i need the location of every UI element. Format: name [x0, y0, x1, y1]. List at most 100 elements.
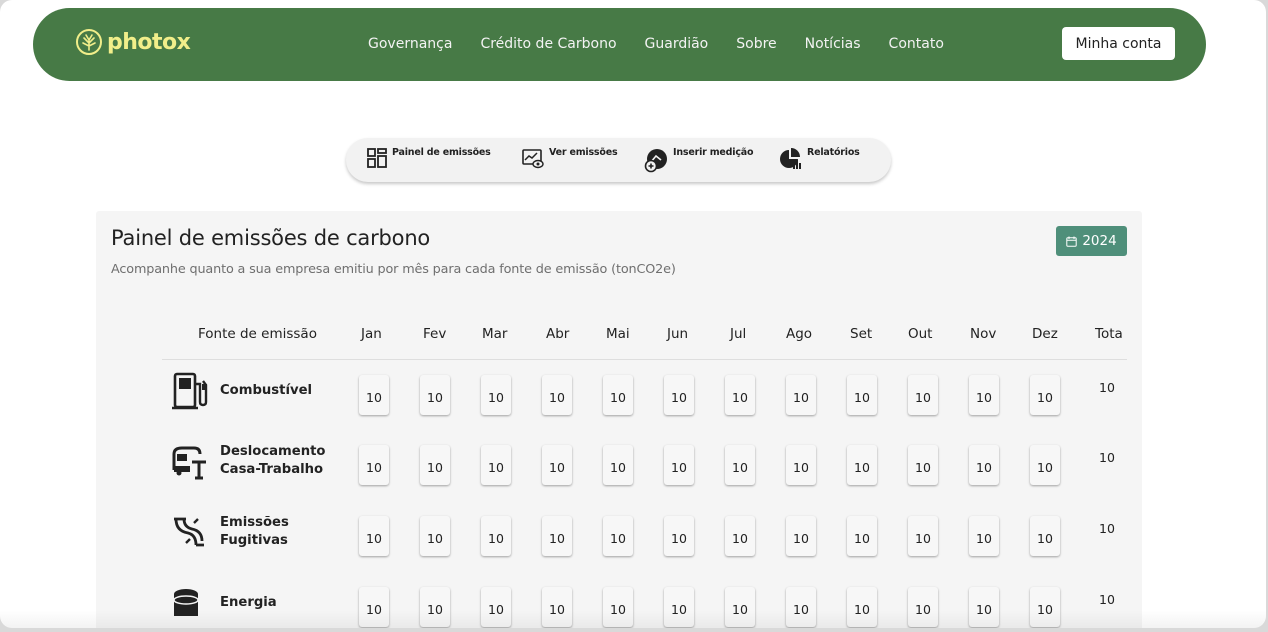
month-value-input[interactable]	[786, 445, 816, 485]
nav-guardiao[interactable]: Guardião	[645, 36, 709, 52]
month-value-input[interactable]	[908, 516, 938, 556]
header-month: Jun	[667, 326, 689, 342]
month-value-input[interactable]	[969, 375, 999, 415]
tool-label: Relatórios	[807, 147, 860, 158]
month-value-input[interactable]	[725, 516, 755, 556]
table-row: Deslocamento Casa-Trabalho 10	[162, 430, 1127, 501]
app-page: photox Governança Crédito de Carbono Gua…	[0, 0, 1266, 628]
header-month: Dez	[1032, 326, 1058, 342]
month-value-input[interactable]	[969, 516, 999, 556]
pie-report-icon	[780, 148, 801, 169]
tool-label: Ver emissões	[549, 147, 618, 158]
month-value-input[interactable]	[542, 516, 572, 556]
month-value-input[interactable]	[969, 445, 999, 485]
month-value-input[interactable]	[664, 375, 694, 415]
nav-noticias[interactable]: Notícias	[805, 36, 861, 52]
month-value-input[interactable]	[1030, 375, 1060, 415]
month-value-input[interactable]	[786, 375, 816, 415]
month-value-input[interactable]	[847, 375, 877, 415]
row-total: 10	[1099, 450, 1115, 465]
my-account-button[interactable]: Minha conta	[1062, 27, 1175, 60]
year-label: 2024	[1082, 233, 1117, 249]
month-value-input[interactable]	[481, 375, 511, 415]
dashboard-grid-icon	[367, 148, 387, 168]
month-value-input[interactable]	[847, 516, 877, 556]
month-value-input[interactable]	[908, 375, 938, 415]
row-total: 10	[1099, 592, 1115, 607]
header-month: Mai	[606, 326, 630, 342]
fuel-pump-icon	[170, 370, 212, 412]
nav-sobre[interactable]: Sobre	[736, 36, 776, 52]
header-month: Jan	[361, 326, 382, 342]
header-month: Mar	[482, 326, 508, 342]
emissions-panel: Painel de emissões de carbono Acompanhe …	[96, 211, 1142, 628]
header-month: Jul	[730, 326, 747, 342]
brand-name: photox	[107, 29, 191, 55]
nav-contato[interactable]: Contato	[889, 36, 944, 52]
table-row: Emissões Fugitivas 10	[162, 501, 1127, 572]
emissions-table: Fonte de emissão Jan Fev Mar Abr Mai Jun…	[162, 312, 1127, 628]
month-value-input[interactable]	[420, 375, 450, 415]
month-value-input[interactable]	[359, 445, 389, 485]
month-value-input[interactable]	[847, 445, 877, 485]
month-value-input[interactable]	[359, 516, 389, 556]
month-value-input[interactable]	[664, 445, 694, 485]
month-value-input[interactable]	[420, 445, 450, 485]
emission-source-cell: Deslocamento Casa-Trabalho	[170, 440, 345, 482]
tool-painel-de-emissoes[interactable]: Painel de emissões	[366, 147, 491, 169]
header-total: Tota	[1095, 326, 1123, 342]
month-value-input[interactable]	[481, 516, 511, 556]
emission-source-cell: Emissões Fugitivas	[170, 511, 345, 553]
brand-logo[interactable]: photox	[75, 28, 191, 56]
tool-ver-emissoes[interactable]: Ver emissões	[521, 147, 618, 169]
emission-source-label: Combustível	[220, 383, 313, 398]
header-month: Fev	[423, 326, 447, 342]
gauge-plus-icon	[644, 149, 667, 173]
row-total: 10	[1099, 521, 1115, 536]
table-body: Combustível 10 Deslocamento Casa-Trabalho 1…	[162, 360, 1127, 628]
calendar-icon	[1066, 236, 1078, 247]
month-value-input[interactable]	[481, 445, 511, 485]
month-value-input[interactable]	[1030, 445, 1060, 485]
nav-governanca[interactable]: Governança	[368, 36, 452, 52]
month-value-input[interactable]	[908, 445, 938, 485]
month-value-input[interactable]	[725, 445, 755, 485]
dashboard-toolbar: Painel de emissões Ver emissões Inserir …	[346, 138, 891, 182]
header-month: Nov	[970, 326, 997, 342]
emission-source-label: Emissões Fugitivas	[220, 515, 289, 548]
month-value-input[interactable]	[725, 375, 755, 415]
month-value-input[interactable]	[786, 516, 816, 556]
header-month: Set	[850, 326, 873, 342]
tool-label: Painel de emissões	[392, 147, 491, 158]
row-total: 10	[1099, 380, 1115, 395]
month-value-input[interactable]	[603, 516, 633, 556]
tool-inserir-medicao[interactable]: Inserir medição	[643, 147, 753, 173]
panel-subtitle: Acompanhe quanto a sua empresa emitiu po…	[111, 262, 676, 277]
nav-credito-de-carbono[interactable]: Crédito de Carbono	[480, 36, 616, 52]
month-value-input[interactable]	[542, 375, 572, 415]
tool-label: Inserir medição	[673, 147, 754, 158]
top-navbar: photox Governança Crédito de Carbono Gua…	[33, 8, 1206, 81]
tool-relatorios[interactable]: Relatórios	[779, 147, 860, 171]
month-value-input[interactable]	[420, 516, 450, 556]
month-value-input[interactable]	[542, 445, 572, 485]
bottom-edge	[0, 610, 1266, 628]
panel-title: Painel de emissões de carbono	[111, 226, 431, 250]
month-value-input[interactable]	[664, 516, 694, 556]
tree-logo-icon	[76, 29, 102, 55]
table-header: Fonte de emissão Jan Fev Mar Abr Mai Jun…	[162, 312, 1127, 360]
month-value-input[interactable]	[603, 445, 633, 485]
year-selector-button[interactable]: 2024	[1056, 226, 1127, 256]
chart-eye-icon	[522, 149, 544, 169]
pipe-leak-icon	[170, 511, 212, 553]
month-value-input[interactable]	[1030, 516, 1060, 556]
header-fonte: Fonte de emissão	[198, 326, 317, 342]
header-month: Abr	[546, 326, 570, 342]
month-value-input[interactable]	[603, 375, 633, 415]
bus-stop-icon	[170, 440, 212, 482]
main-menu: Governança Crédito de Carbono Guardião S…	[368, 36, 944, 52]
header-month: Out	[908, 326, 933, 342]
month-value-input[interactable]	[359, 375, 389, 415]
table-row: Combustível 10	[162, 360, 1127, 430]
emission-source-label: Deslocamento Casa-Trabalho	[220, 444, 326, 477]
